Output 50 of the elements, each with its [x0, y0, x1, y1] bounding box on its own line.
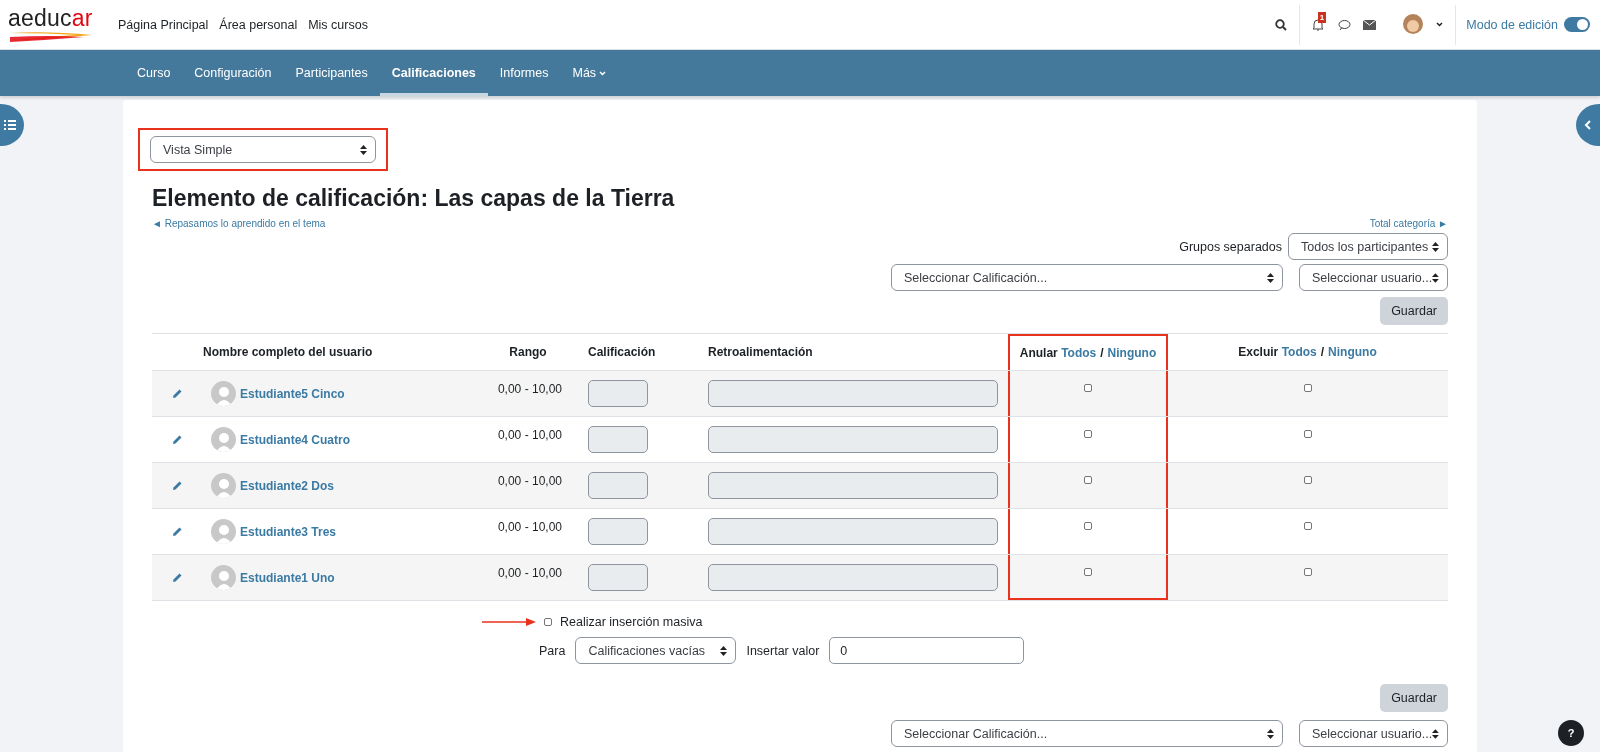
help-button[interactable]: ? [1558, 720, 1584, 746]
edit-mode-label: Modo de edición [1466, 17, 1558, 32]
student-name-link[interactable]: Estudiante4 Cuatro [240, 432, 350, 447]
student-name-link[interactable]: Estudiante2 Dos [240, 478, 335, 493]
top-nav-link[interactable]: Área personal [219, 17, 298, 32]
grade-range: 0,00 - 10,00 [497, 428, 562, 442]
top-nav-link[interactable]: Página Principal [118, 17, 209, 32]
save-button[interactable]: Guardar [1380, 297, 1448, 325]
column-header: Calificación [588, 345, 656, 359]
site-logo[interactable]: aeducar [8, 6, 100, 43]
course-nav-tab[interactable]: Más [560, 50, 619, 96]
column-header: Excluir Todos / Ninguno [1238, 345, 1377, 359]
dropdown-select[interactable]: Calificaciones vacías [575, 637, 737, 664]
grade-range: 0,00 - 10,00 [497, 566, 562, 580]
course-nav-tab[interactable]: Calificaciones [379, 50, 488, 96]
bulk-insert-label: Realizar inserción masiva [560, 615, 703, 629]
dropdown-select[interactable]: Seleccionar Calificación... [891, 720, 1283, 747]
page-title: Elemento de calificación: Las capas de la Tierra [152, 185, 676, 212]
column-header: Nombre completo del usuario [203, 345, 373, 359]
dropdown-select[interactable]: Seleccionar Calificación... [891, 264, 1283, 291]
previous-item-link[interactable]: ◄ Repasamos lo aprendido en el tema [152, 218, 326, 229]
column-header: Rango [509, 345, 547, 359]
course-nav-tab[interactable]: Informes [487, 50, 561, 96]
course-nav-tab[interactable]: Participantes [283, 50, 380, 96]
dropdown-select[interactable]: Todos los participantes [1288, 233, 1448, 260]
grade-range: 0,00 - 10,00 [497, 474, 562, 488]
groups-label: Grupos separados [1179, 239, 1282, 254]
select-none-link[interactable]: Ninguno [1107, 346, 1157, 360]
student-name-link[interactable]: Estudiante3 Tres [240, 524, 337, 539]
for-label: Para [539, 643, 566, 658]
dropdown-select[interactable]: Seleccionar usuario... [1299, 264, 1448, 291]
grade-range: 0,00 - 10,00 [497, 382, 562, 396]
select-all-link[interactable]: Todos [1281, 345, 1317, 359]
next-item-link[interactable]: Total categoría ► [1369, 218, 1448, 229]
select-none-link[interactable]: Ninguno [1328, 345, 1377, 359]
student-name-link[interactable]: Estudiante1 Uno [240, 570, 335, 585]
save-button[interactable]: Guardar [1380, 684, 1448, 712]
select-all-link[interactable]: Todos [1061, 346, 1097, 360]
top-nav-link[interactable]: Mis cursos [308, 17, 368, 32]
insert-value-field[interactable]: 0 [829, 637, 1025, 664]
course-nav-tab[interactable]: Configuración [182, 50, 284, 96]
grade-range: 0,00 - 10,00 [497, 520, 562, 534]
student-name-link[interactable]: Estudiante5 Cinco [240, 386, 345, 401]
column-header: Retroalimentación [708, 345, 813, 359]
course-nav-tab[interactable]: Curso [125, 50, 183, 96]
insert-value-label: Insertar valor [746, 643, 820, 658]
notification-badge: 1 [1317, 12, 1327, 23]
dropdown-select[interactable]: Seleccionar usuario... [1299, 720, 1448, 747]
dropdown-select[interactable]: Vista Simple [150, 136, 376, 163]
column-header: Anular Todos / Ninguno [1019, 346, 1157, 360]
